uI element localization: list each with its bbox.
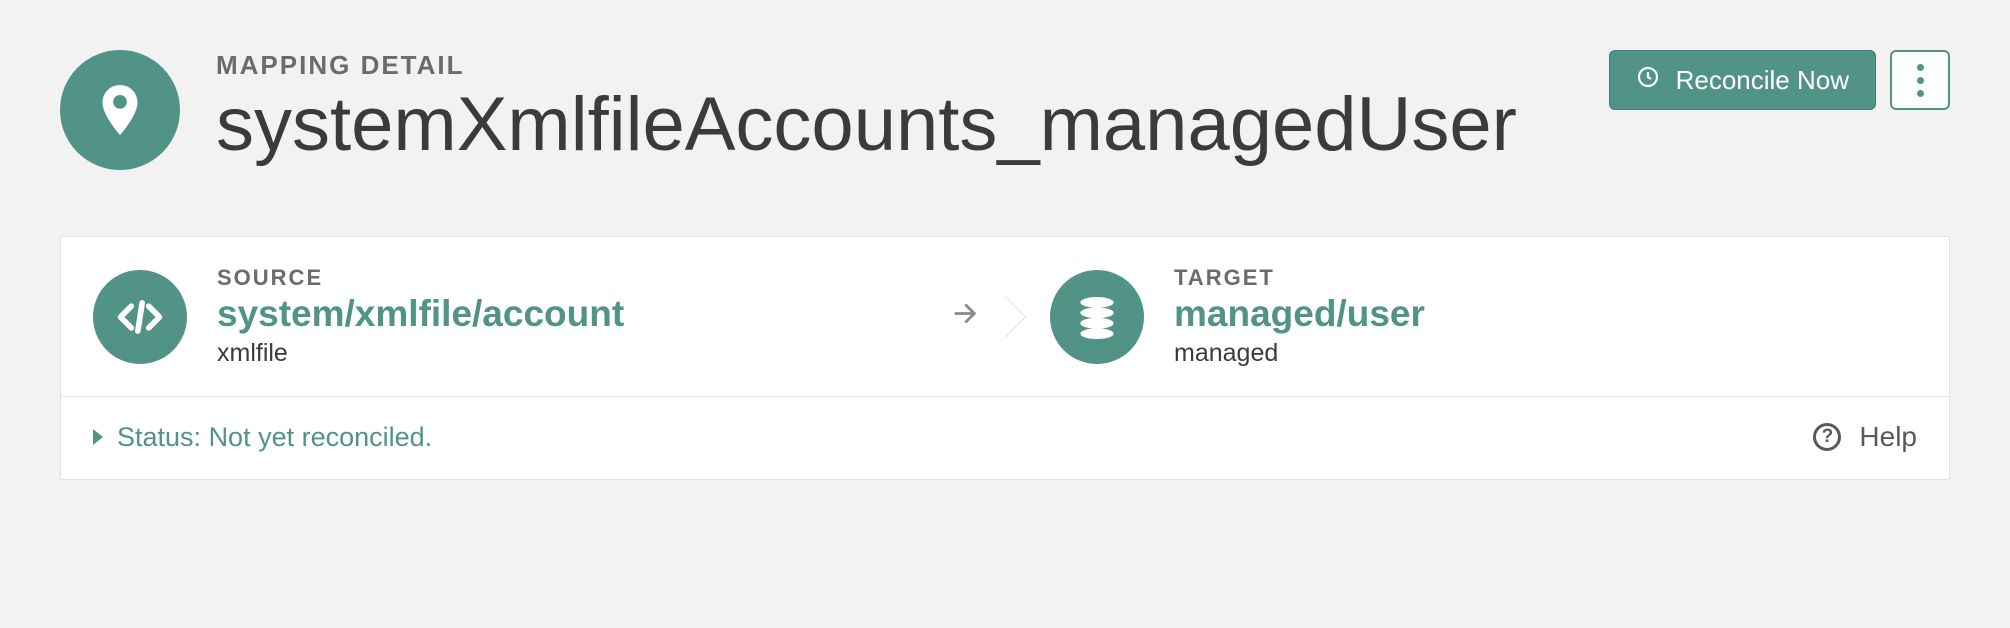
status-prefix: Status: <box>117 422 201 453</box>
source-path: system/xmlfile/account <box>217 293 624 335</box>
target-panel[interactable]: TARGET managed/user managed <box>992 237 1949 396</box>
page-header: MAPPING DETAIL systemXmlfileAccounts_man… <box>60 50 1950 170</box>
arrow-right-icon <box>951 298 979 335</box>
kebab-menu-icon <box>1917 64 1924 97</box>
code-icon <box>93 270 187 364</box>
mapping-pin-icon <box>60 50 180 170</box>
more-actions-button[interactable] <box>1890 50 1950 110</box>
help-icon: ? <box>1813 423 1841 451</box>
target-path: managed/user <box>1174 293 1425 335</box>
page-title: systemXmlfileAccounts_managedUser <box>216 85 1589 165</box>
target-type: managed <box>1174 339 1425 368</box>
mapping-row: SOURCE system/xmlfile/account xmlfile <box>61 237 1949 396</box>
source-overline: SOURCE <box>217 265 624 291</box>
reconcile-now-button[interactable]: Reconcile Now <box>1609 50 1876 110</box>
source-panel[interactable]: SOURCE system/xmlfile/account xmlfile <box>61 237 992 396</box>
reconcile-now-label: Reconcile Now <box>1676 65 1849 96</box>
page-overline: MAPPING DETAIL <box>216 50 1589 81</box>
mapping-card: SOURCE system/xmlfile/account xmlfile <box>60 236 1950 480</box>
status-value: Not yet reconciled. <box>209 422 433 453</box>
database-icon <box>1050 270 1144 364</box>
status-toggle[interactable]: Status: Not yet reconciled. <box>93 422 432 453</box>
caret-right-icon <box>93 429 103 445</box>
card-footer: Status: Not yet reconciled. ? Help <box>61 396 1949 479</box>
help-link[interactable]: ? Help <box>1813 421 1917 453</box>
clock-icon <box>1636 65 1660 96</box>
source-type: xmlfile <box>217 339 624 368</box>
help-label: Help <box>1859 421 1917 453</box>
target-overline: TARGET <box>1174 265 1425 291</box>
